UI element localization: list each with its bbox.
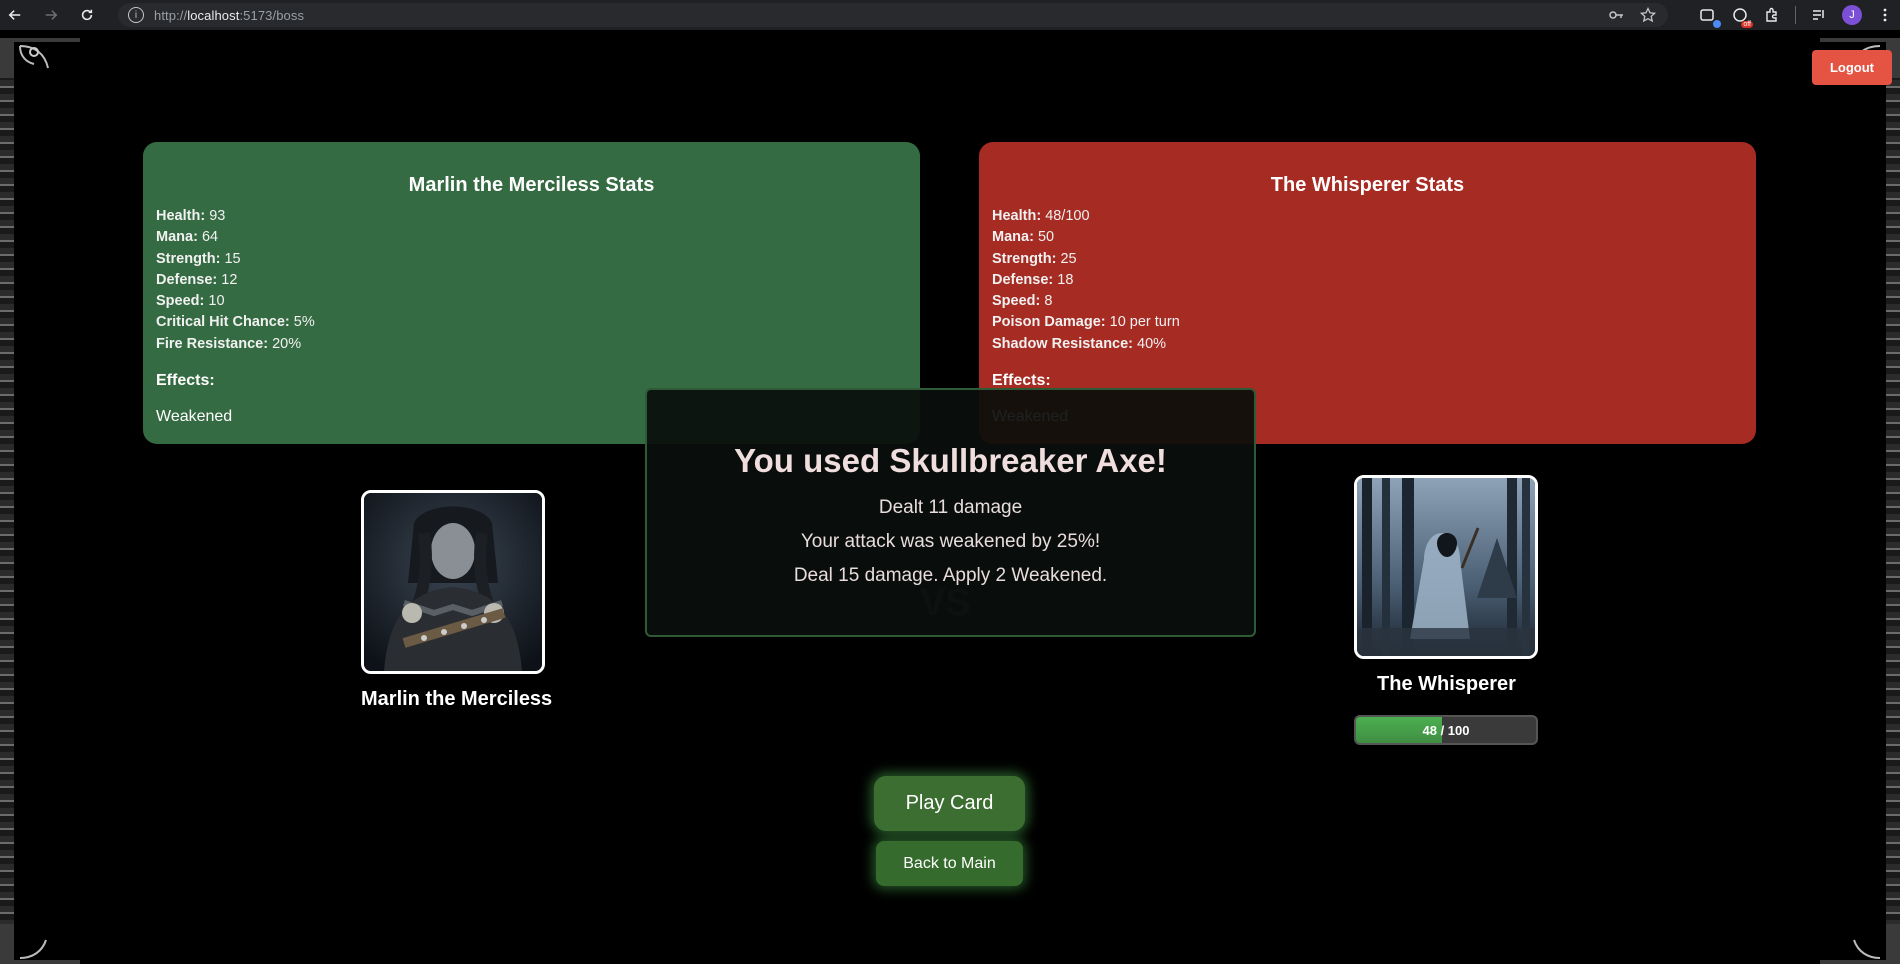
stat-row: Fire Resistance: 20% — [156, 335, 302, 352]
boss-name: The Whisperer — [1377, 673, 1516, 695]
key-icon[interactable] — [1608, 7, 1624, 23]
modal-message: Your attack was weakened by 25%! — [800, 531, 1101, 552]
modal-message: Deal 15 damage. Apply 2 Weakened. — [793, 565, 1108, 586]
stat-row: Health: 48/100 — [992, 208, 1090, 224]
url-text: http://localhost:5173/boss — [154, 7, 305, 23]
stat-row: Shadow Resistance: 40% — [992, 335, 1167, 352]
boss-health-bar: 48 / 100 — [1354, 715, 1538, 745]
boss-character: The Whisperer — [1354, 475, 1539, 696]
play-card-button[interactable]: Play Card — [874, 776, 1025, 831]
player-stats-title: Marlin the Merciless Stats — [408, 174, 655, 196]
ornate-frame-right — [1886, 38, 1900, 964]
player-character: Marlin the Merciless — [361, 490, 553, 711]
ornament-corner-icon — [1820, 924, 1900, 964]
stat-row: Defense: 18 — [992, 271, 1074, 288]
stat-row: Critical Hit Chance: 5% — [156, 314, 315, 331]
extension-icon[interactable]: off — [1731, 6, 1753, 28]
forward-arrow-icon[interactable] — [40, 4, 62, 26]
boss-health-text: 48 / 100 — [1422, 722, 1470, 738]
stat-row: Speed: 10 — [156, 293, 225, 310]
stat-row: Speed: 8 — [992, 293, 1053, 310]
player-portrait — [361, 490, 545, 674]
site-info-icon[interactable]: i — [128, 7, 144, 23]
star-icon[interactable] — [1640, 7, 1656, 23]
modal-message: Dealt 11 damage — [878, 497, 1023, 518]
back-to-main-button[interactable]: Back to Main — [876, 841, 1023, 886]
boss-page: Logout Marlin the Merciless Stats Health… — [0, 38, 1900, 964]
boss-stats-title: The Whisperer Stats — [1270, 174, 1465, 196]
player-name: Marlin the Merciless — [361, 688, 553, 710]
address-bar[interactable]: i http://localhost:5173/boss — [118, 3, 1668, 27]
reload-icon[interactable] — [76, 4, 98, 26]
boss-portrait — [1354, 475, 1538, 659]
ornament-corner-icon — [0, 38, 80, 78]
media-control-icon[interactable] — [1810, 6, 1828, 24]
puzzle-icon[interactable] — [1763, 6, 1781, 24]
stat-row: Mana: 64 — [156, 229, 219, 246]
toolbar-separator — [1795, 6, 1796, 24]
stat-row: Strength: 15 — [156, 250, 241, 267]
modal-title: You used Skullbreaker Axe! — [734, 442, 1167, 479]
back-arrow-icon[interactable] — [4, 4, 26, 26]
ornament-corner-icon — [0, 924, 80, 964]
stat-row: Mana: 50 — [992, 229, 1055, 246]
logout-button[interactable]: Logout — [1812, 50, 1892, 85]
profile-avatar[interactable]: J — [1842, 5, 1862, 25]
stat-row: Strength: 25 — [992, 250, 1077, 267]
card-result-modal[interactable]: You used Skullbreaker Axe! Dealt 11 dama… — [645, 388, 1256, 637]
browser-toolbar: i http://localhost:5173/boss off J — [0, 0, 1900, 30]
stat-row: Poison Damage: 10 per turn — [992, 314, 1180, 331]
menu-kebab-icon[interactable] — [1876, 6, 1894, 24]
extension-icon[interactable] — [1699, 6, 1721, 28]
ornate-frame-left — [0, 38, 14, 964]
stat-row: Defense: 12 — [156, 271, 238, 288]
stat-row: Health: 93 — [156, 208, 226, 224]
